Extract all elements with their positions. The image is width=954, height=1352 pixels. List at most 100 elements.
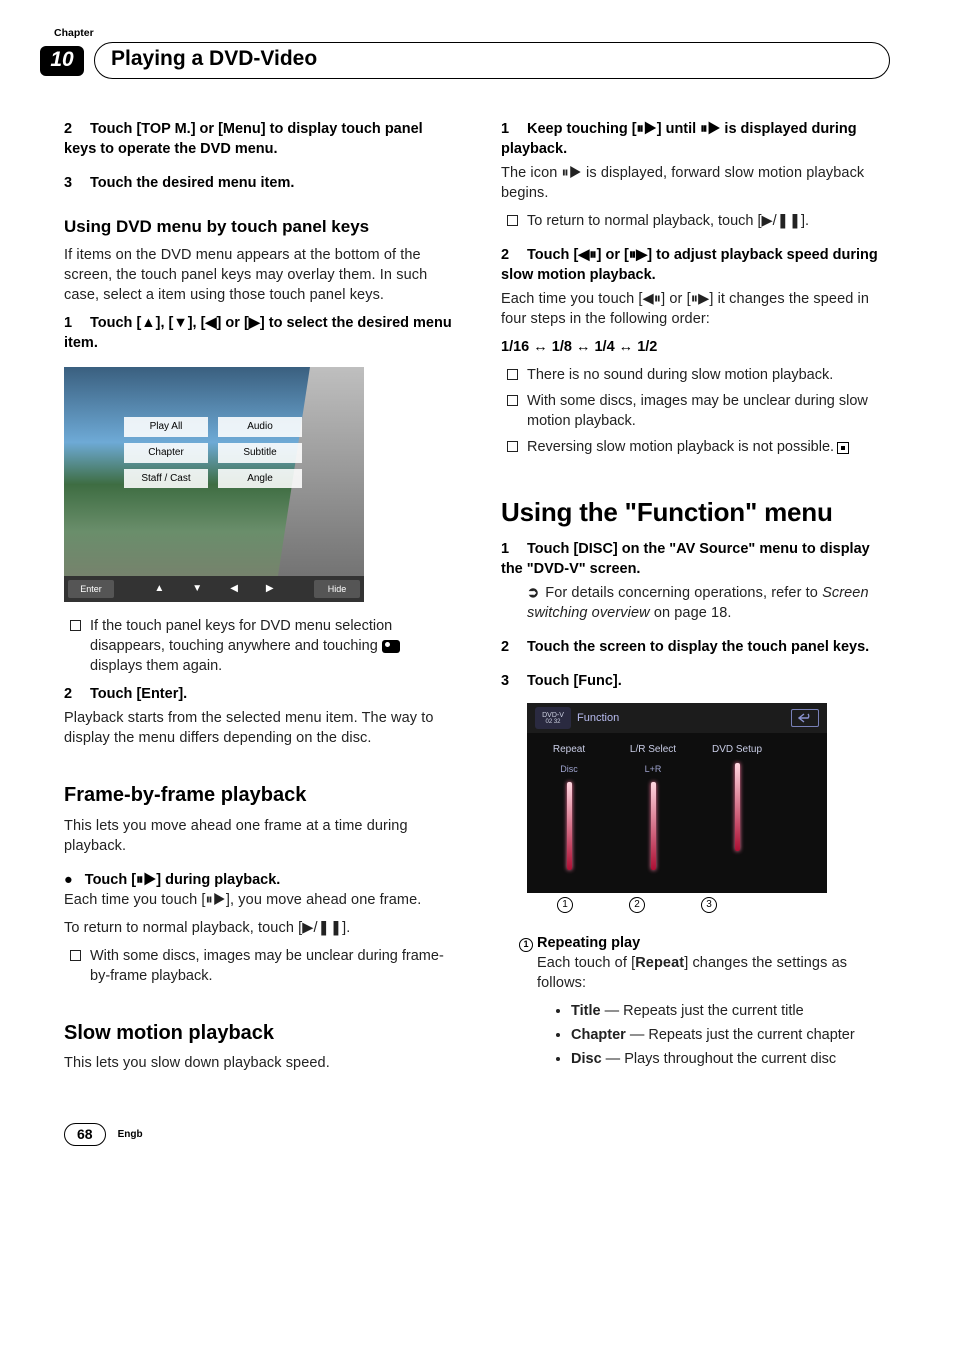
step-number: 1 [64,313,90,333]
function-title: Function [577,711,619,726]
repeating-play-block: 1Repeating play Each touch of [Repeat] c… [519,933,890,1069]
heading-text: Repeating play [537,935,640,951]
dvd-menu-screenshot: Play All Audio Chapter Subtitle Staff / … [64,367,364,602]
section-slow-motion: Slow motion playback [64,1020,453,1048]
section-end-icon [837,442,849,454]
dvd-menu-play-all[interactable]: Play All [124,417,208,437]
step-text: Touch [▲], [▼], [◀] or [▶] to select the… [64,315,452,351]
repeat-options-list: Title — Repeats just the current title C… [571,1001,890,1069]
note-item: Reversing slow motion playback is not po… [527,437,890,457]
heading-part: Function [637,497,745,527]
note-text-b: displays them again. [90,658,222,674]
func-col-lr-select[interactable]: L/R Select L+R [611,733,695,883]
step-number: 1 [501,119,527,139]
option-name: Title [571,1003,601,1019]
paragraph: This lets you move ahead one frame at a … [64,816,453,856]
left-column: 2Touch [TOP M.] or [Menu] to display tou… [64,119,453,1081]
text: Each touch of [ [537,955,635,971]
option-desc: — Plays throughout the current disc [602,1051,837,1067]
step-number: 3 [64,173,90,193]
down-arrow-button[interactable]: ▼ [192,582,202,596]
heading-function-menu: Using the "Function" menu [501,495,890,531]
step-number: 2 [64,684,90,704]
note-text: Reversing slow motion playback is not po… [527,439,834,455]
highlight-bar [651,782,656,870]
option-name: Chapter [571,1027,626,1043]
step-text: Touch [DISC] on the "AV Source" menu to … [501,541,870,577]
step-3-touch-func: 3Touch [Func]. [501,671,890,691]
chapter-title: Playing a DVD-Video [94,42,890,79]
note-list: There is no sound during slow motion pla… [527,365,890,457]
option-desc: — Repeats just the current title [601,1003,804,1019]
step-1-touch-disc: 1Touch [DISC] on the "AV Source" menu to… [501,539,890,579]
step-number: 3 [501,671,527,691]
chapter-number-badge: 10 [40,46,84,76]
col-label: L/R Select [611,743,695,757]
ref-1-icon: 1 [519,938,533,952]
heading-part: Using the " [501,497,637,527]
badge-text: DVD-V [542,712,564,719]
callout-2: 2 [629,897,645,913]
subheading-dvd-menu-touch: Using DVD menu by touch panel keys [64,215,453,238]
step-text: Touch [⏸▶] during playback. [85,872,281,888]
touch-icon [382,640,400,653]
heading-part: " menu [745,497,833,527]
chapter-header: 10 Playing a DVD-Video [40,42,890,79]
note-list: With some discs, images may be unclear d… [90,946,453,986]
section-frame-by-frame: Frame-by-frame playback [64,782,453,810]
note-list: If the touch panel keys for DVD menu sel… [90,616,453,676]
step-2-adjust-speed: 2Touch [◀⏸] or [⏸▶] to adjust playback s… [501,245,890,285]
back-icon[interactable] [791,709,819,727]
chapter-label: Chapter [54,26,890,40]
disc-badge: DVD-V 02 32 [535,707,571,729]
reference-icon: ➲ [527,583,539,603]
callout-1: 1 [557,897,573,913]
right-column: 1Keep touching [⏸▶] until ⏸▶ is displaye… [501,119,890,1081]
paragraph: The icon ⏸▶ is displayed, forward slow m… [501,163,890,203]
step-text: Touch the screen to display the touch pa… [527,639,869,655]
paragraph: To return to normal playback, touch [▶/❚… [64,918,453,938]
up-arrow-button[interactable]: ▲ [154,582,164,596]
step-text: Keep touching [⏸▶] until ⏸▶ is displayed… [501,121,857,157]
left-arrow-button[interactable]: ◀ [230,582,238,596]
dvd-menu-audio[interactable]: Audio [218,417,302,437]
option-desc: — Repeats just the current chapter [626,1027,855,1043]
ref-text: For details concerning operations, refer… [545,585,822,601]
note-item: With some discs, images may be unclear d… [527,391,890,431]
note-item: There is no sound during slow motion pla… [527,365,890,385]
hide-button[interactable]: Hide [314,580,360,598]
dvd-menu-chapter[interactable]: Chapter [124,443,208,463]
callout-3: 3 [701,897,717,913]
function-menu-screenshot: DVD-V 02 32 Function Repeat Disc L/R Sel… [527,703,827,893]
dvd-menu-staff-cast[interactable]: Staff / Cast [124,469,208,489]
list-item: Title — Repeats just the current title [571,1001,890,1021]
note-list: To return to normal playback, touch [▶/❚… [527,211,890,231]
paragraph: Playback starts from the selected menu i… [64,708,453,748]
step-text: Touch the desired menu item. [90,175,294,191]
speed-steps: 1/16 ↔ 1/8 ↔ 1/4 ↔ 1/2 [501,337,890,357]
note-item: To return to normal playback, touch [▶/❚… [527,211,890,231]
dvd-menu-angle[interactable]: Angle [218,469,302,489]
dvd-menu-subtitle[interactable]: Subtitle [218,443,302,463]
func-col-dvd-setup[interactable]: DVD Setup [695,733,779,883]
badge-text: 02 32 [545,719,560,725]
step-text: Touch [TOP M.] or [Menu] to display touc… [64,121,423,157]
note-text-a: If the touch panel keys for DVD menu sel… [90,618,392,654]
highlight-bar [735,763,740,851]
text: Repeat [635,955,684,971]
arrow-buttons: ▲ ▼ ◀ ▶ [118,582,310,596]
step-1-keep-touching: 1Keep touching [⏸▶] until ⏸▶ is displaye… [501,119,890,159]
page-footer: 68 Engb [64,1123,890,1146]
func-col-repeat[interactable]: Repeat Disc [527,733,611,883]
function-columns: Repeat Disc L/R Select L+R DVD Setup [527,733,827,883]
step-text: Touch [Enter]. [90,686,187,702]
option-name: Disc [571,1051,602,1067]
step-text: Touch [◀⏸] or [⏸▶] to adjust playback sp… [501,247,878,283]
enter-button[interactable]: Enter [68,580,114,598]
dvd-touch-bar: Enter ▲ ▼ ◀ ▶ Hide [64,576,364,602]
paragraph: If items on the DVD menu appears at the … [64,245,453,305]
step-number: 2 [64,119,90,139]
step-2-enter: 2Touch [Enter]. [64,684,453,704]
highlight-bar [567,782,572,870]
right-arrow-button[interactable]: ▶ [266,582,274,596]
